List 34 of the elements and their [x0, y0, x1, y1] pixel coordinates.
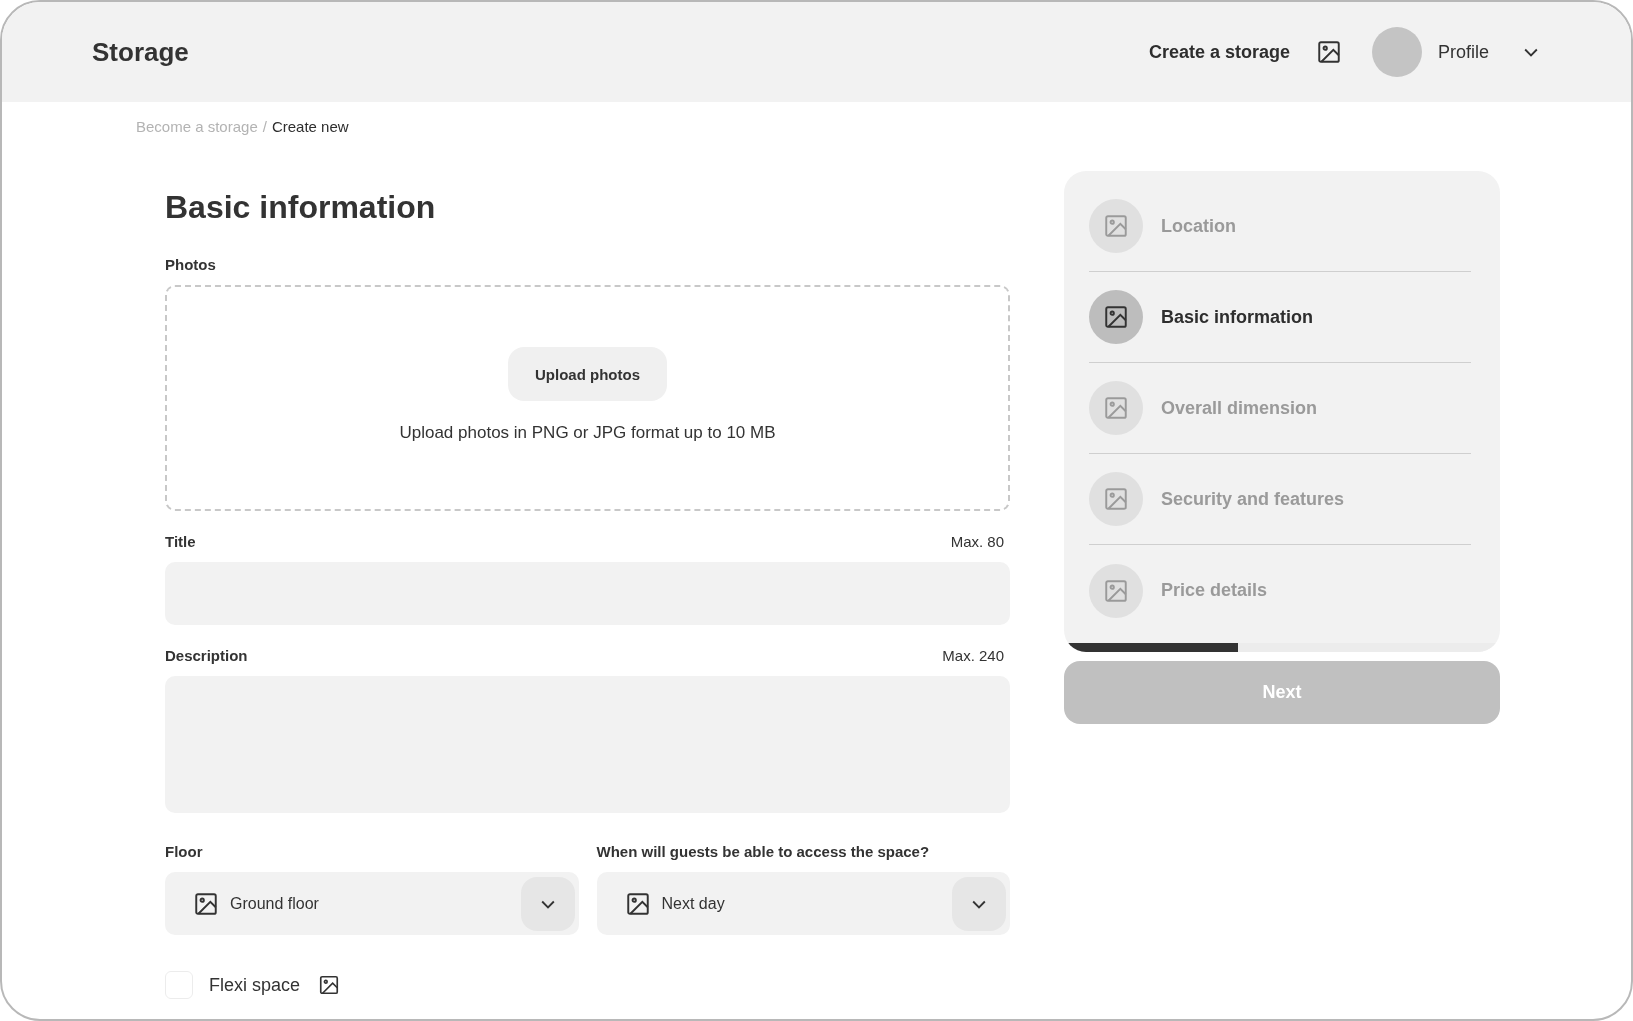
image-icon	[1103, 213, 1129, 239]
character-limit: Max. 240	[942, 647, 1004, 664]
breadcrumb-item[interactable]: Create new	[271, 118, 349, 135]
character-limit: Max. 80	[950, 533, 1004, 550]
image-icon	[193, 890, 219, 917]
image-icon	[318, 974, 341, 996]
upload-hint: Upload photos in PNG or JPG format up to 10 MB	[399, 423, 776, 443]
image-icon	[1103, 304, 1129, 330]
image-icon	[1315, 39, 1342, 65]
image-icon	[624, 890, 651, 917]
dropdown-field[interactable]: Next day	[596, 872, 1010, 935]
image-icon	[1103, 486, 1129, 512]
dropdown-toggle[interactable]	[520, 876, 575, 931]
page-heading: Basic information	[165, 189, 437, 226]
image-icon	[1103, 395, 1129, 421]
photo-drop-zone[interactable]: Upload photos Upload photos in PNG or JPG format up to 10 MB	[165, 285, 1010, 511]
breadcrumb-separator: /	[262, 118, 267, 135]
step-item[interactable]: Basic information	[1089, 272, 1471, 363]
profile-label[interactable]: Profile	[1437, 41, 1489, 63]
field-label: Title	[165, 533, 196, 550]
image-icon	[1103, 577, 1129, 604]
dropdown-value: Ground floor	[230, 894, 319, 913]
field-label: When will guests be able to access the space?	[596, 843, 930, 860]
checkbox-label: Flexi space	[209, 974, 301, 996]
dropdown-value: Next day	[661, 894, 725, 913]
logo[interactable]: Storage	[92, 36, 189, 68]
create-storage-link[interactable]: Create a storage	[1148, 41, 1290, 63]
field-label: Photos	[165, 256, 216, 273]
avatar[interactable]	[1371, 27, 1422, 77]
field-label: Description	[165, 647, 248, 664]
field-label: Floor	[165, 843, 203, 860]
dropdown-toggle[interactable]	[952, 876, 1006, 931]
dropdown-field[interactable]: Ground floor	[165, 872, 579, 935]
upload-photos-button[interactable]: Upload photos	[508, 347, 667, 401]
